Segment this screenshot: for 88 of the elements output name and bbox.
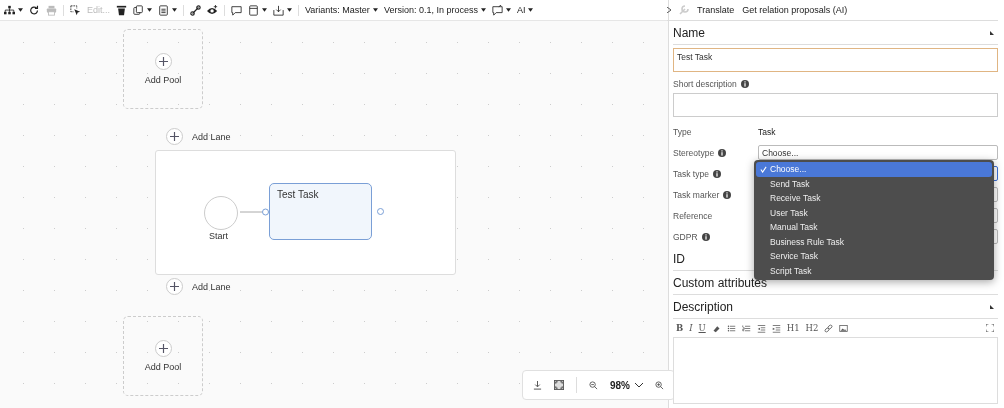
hierarchy-button[interactable] [4, 4, 23, 16]
format-button[interactable]: I [689, 323, 693, 333]
menu-button[interactable]: AI [516, 5, 534, 15]
trash-button[interactable] [116, 4, 127, 16]
section-title: ID [673, 251, 685, 266]
caret-icon[interactable] [528, 8, 534, 12]
collapse-icon[interactable] [990, 304, 994, 309]
field-label: GDPR [673, 231, 698, 242]
select-field[interactable]: Choose... [758, 145, 998, 160]
refresh-button[interactable] [29, 4, 40, 16]
name-field[interactable]: Test Task [673, 48, 998, 72]
short-description-field[interactable] [673, 93, 998, 117]
section-title: Description [673, 299, 734, 314]
field-label: Type [673, 126, 692, 137]
check-icon [760, 165, 767, 173]
copy-button[interactable] [133, 4, 152, 16]
format-button[interactable]: B [676, 323, 684, 333]
fit-screen-icon[interactable] [554, 380, 564, 390]
chevron-down-icon[interactable] [635, 382, 643, 388]
download-button[interactable] [273, 4, 292, 16]
dropdown-option[interactable]: User Task [756, 205, 992, 220]
zoom-in-icon[interactable] [655, 380, 664, 390]
dropdown-option[interactable]: Service Task [756, 249, 992, 264]
caret-icon[interactable] [505, 8, 511, 12]
numbered-list-icon[interactable] [741, 323, 751, 333]
plus-icon[interactable] [166, 128, 183, 145]
dropdown-option[interactable]: Receive Task [756, 191, 992, 206]
collapse-icon[interactable] [990, 30, 994, 35]
field-value: Task [758, 126, 776, 137]
caret-icon[interactable] [262, 8, 267, 12]
caret-icon[interactable] [172, 8, 177, 12]
dropdown-option[interactable]: Choose... [756, 162, 992, 177]
add-pool-label[interactable]: Add Pool [144, 362, 182, 372]
field-label: Task type [673, 168, 709, 179]
action-link[interactable]: Get relation proposals (AI) [742, 5, 848, 15]
indent-icon[interactable] [771, 323, 781, 333]
add-lane-label[interactable]: Add Lane [192, 281, 231, 292]
info-icon[interactable] [723, 190, 732, 199]
dropdown-option[interactable]: Script Task [756, 263, 992, 278]
link-icon[interactable] [824, 323, 834, 333]
add-pool-label[interactable]: Add Pool [144, 75, 182, 85]
plus-icon[interactable] [154, 340, 172, 357]
plus-icon[interactable] [166, 278, 183, 295]
zoom-dropdown[interactable]: 98% [610, 379, 643, 391]
dropdown-option[interactable]: Business Rule Task [756, 234, 992, 249]
connector [240, 208, 270, 216]
collapse-icon[interactable] [667, 7, 671, 13]
field-label: Task marker [673, 189, 720, 200]
add-lane-label[interactable]: Add Lane [192, 131, 231, 142]
field-label: Short description [673, 79, 737, 89]
fullscreen-icon[interactable] [986, 324, 994, 332]
image-icon[interactable] [839, 323, 849, 333]
select-cursor-button[interactable] [70, 4, 81, 16]
start-label: Start [209, 231, 228, 241]
plus-icon[interactable] [154, 53, 172, 70]
section-title: Custom attributes [673, 275, 768, 290]
menu-button[interactable]: Version: 0.1, In process [383, 5, 486, 15]
paint-icon[interactable] [711, 323, 721, 333]
format-button[interactable]: H1 [786, 323, 800, 333]
dropdown-option[interactable]: Manual Task [756, 220, 992, 235]
section-title: Name [673, 25, 705, 40]
caret-icon[interactable] [480, 8, 486, 12]
dropdown-option[interactable]: Send Task [756, 176, 992, 191]
comment-button[interactable] [491, 4, 511, 16]
menu-button[interactable]: Variants: Master [305, 5, 378, 15]
zoom-out-icon[interactable] [589, 380, 598, 390]
caret-icon[interactable] [18, 8, 23, 12]
info-icon[interactable] [740, 80, 749, 88]
document-button[interactable] [248, 4, 267, 16]
info-icon[interactable] [701, 232, 710, 241]
caret-icon[interactable] [372, 8, 378, 12]
comment-button[interactable] [231, 4, 242, 16]
format-button[interactable]: U [698, 323, 706, 333]
caret-icon[interactable] [147, 8, 152, 12]
bullet-list-icon[interactable] [726, 323, 736, 333]
eye-button[interactable] [207, 4, 218, 16]
format-button[interactable]: H2 [805, 323, 819, 333]
field-label: Reference [673, 210, 713, 221]
task-node[interactable]: Test Task [269, 183, 372, 240]
link-button[interactable] [190, 4, 201, 16]
outdent-icon[interactable] [756, 323, 766, 333]
download-icon[interactable] [533, 380, 542, 390]
port-handle[interactable] [377, 208, 384, 215]
info-icon[interactable] [712, 169, 721, 178]
field-label: Stereotype [673, 147, 715, 158]
caret-icon[interactable] [287, 8, 292, 12]
info-icon[interactable] [718, 148, 727, 157]
action-link[interactable]: Translate [697, 5, 735, 15]
